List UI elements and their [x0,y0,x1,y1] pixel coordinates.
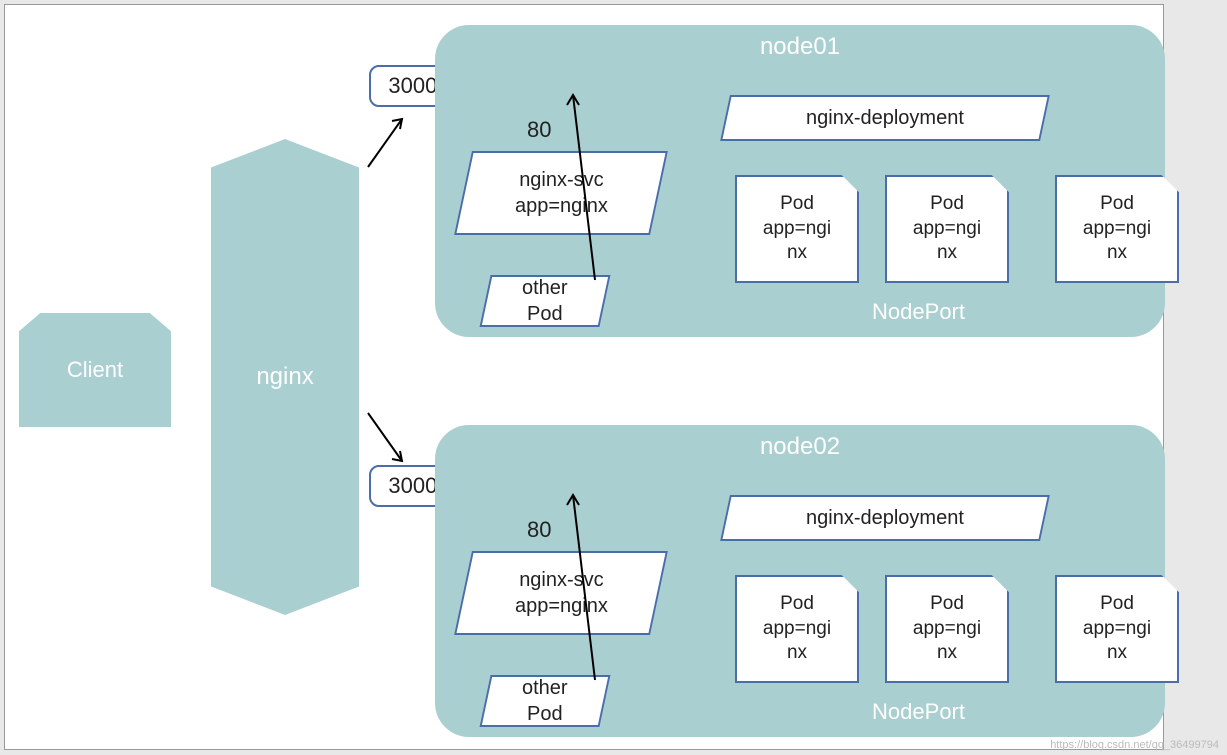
arrow-nginx-to-port1 [360,105,420,175]
node02-svc-port: 80 [527,517,551,543]
node01-service-type: NodePort [872,299,965,325]
node01-pod-3: Pod app=ngi nx [1055,175,1179,283]
node01-deployment-text: nginx-deployment [806,105,964,131]
node01-box: node01 NodePort 80 nginx-svc app=nginx n… [435,25,1165,337]
node01-pod-2: Pod app=ngi nx [885,175,1009,283]
arrow-nginx-to-port2 [360,405,420,475]
nginx-loadbalancer: nginx [211,139,359,615]
node01-pod-1: Pod app=ngi nx [735,175,859,283]
arrow-otherpod-to-svc-1 [555,85,615,285]
node02-box: node02 NodePort 80 nginx-svc app=nginx n… [435,425,1165,737]
arrow-otherpod-to-svc-2 [555,485,615,685]
watermark: https://blog.csdn.net/qq_36499794 [1050,739,1219,751]
node02-deployment: nginx-deployment [720,495,1050,541]
node02-pod-3: Pod app=ngi nx [1055,575,1179,683]
node02-service-type: NodePort [872,699,965,725]
node02-deployment-text: nginx-deployment [806,505,964,531]
node01-title: node01 [435,33,1165,61]
node02-pod-2: Pod app=ngi nx [885,575,1009,683]
node01-deployment: nginx-deployment [720,95,1050,141]
client-box: Client [19,313,171,427]
node02-pod-1: Pod app=ngi nx [735,575,859,683]
diagram-canvas: Client nginx 30001 30001 node01 NodePort… [4,4,1164,750]
node02-title: node02 [435,433,1165,461]
node01-svc-port: 80 [527,117,551,143]
nginx-label: nginx [256,363,313,391]
client-label: Client [67,357,123,383]
